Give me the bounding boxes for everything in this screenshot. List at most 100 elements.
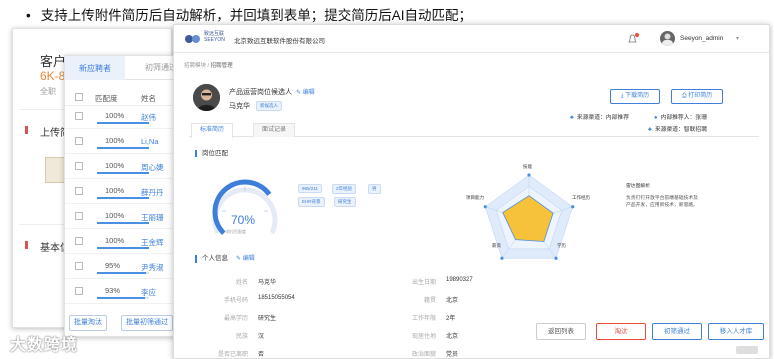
analysis-title: 雷达图解析	[626, 184, 650, 189]
match-header: 匹配度	[95, 94, 118, 103]
info-value: 北京	[446, 298, 459, 304]
batch-eliminate-button[interactable]: 批量淘汰	[69, 315, 107, 331]
table-row[interactable]: 100% 薛丹丹	[65, 182, 181, 204]
row-checkbox[interactable]	[75, 162, 83, 170]
match-percent-cell: 100%	[105, 111, 125, 120]
row-checkbox[interactable]	[75, 262, 83, 270]
row-checkbox[interactable]	[75, 287, 83, 295]
match-progress-fill	[97, 272, 147, 274]
list-tabs: 新应聘者 初筛通过	[65, 56, 181, 80]
match-section-title: 岗位匹配	[195, 150, 228, 157]
applicant-name-link[interactable]: 王金辉	[141, 237, 164, 248]
watermark-text: 大数跨境	[10, 337, 79, 354]
info-value: 北京	[446, 334, 459, 340]
analysis-text: 负责钉钉开放平台前端基础技术及产品开发，应用新技术，新思路。	[626, 196, 698, 208]
download-label: 下载简历	[625, 93, 650, 99]
select-all-checkbox[interactable]	[75, 93, 83, 101]
edit-label: 编辑	[302, 90, 315, 96]
info-label: 籍贯	[423, 298, 436, 304]
skill-tag: 985/211	[298, 184, 322, 193]
candidate-photo	[193, 84, 220, 111]
username[interactable]: Seeyon_admin	[680, 35, 723, 42]
status-badge: 新候选人	[256, 101, 282, 111]
match-progress-bar	[97, 147, 149, 149]
users-icon: ♣	[570, 115, 574, 121]
panel-title: 客户	[40, 54, 67, 69]
info-label: 手机号码	[223, 298, 248, 304]
download-resume-button[interactable]: ⤓ 下载简历	[610, 89, 660, 104]
logo-text: 致远互联 SEEYON	[204, 31, 225, 43]
table-row[interactable]: 95% 尹秀淑	[65, 257, 181, 279]
table-row[interactable]: 100% Li,Na	[65, 132, 181, 154]
applicant-name-link[interactable]: 赵伟	[141, 112, 156, 123]
row-checkbox[interactable]	[75, 137, 83, 145]
print-resume-button[interactable]: ⎙ 打印简历	[671, 89, 723, 104]
info-label: 民族	[235, 334, 248, 340]
edit-post-button[interactable]: ✎ 编辑	[296, 90, 315, 96]
table-row[interactable]: 100% 王丽珊	[65, 207, 181, 229]
source-channel: ♣ 来源渠道：内部推荐	[570, 112, 629, 121]
radar-label: 薪资	[492, 243, 501, 248]
tab-interview-records[interactable]: 面试记录	[253, 123, 296, 137]
info-value: 18515055054	[258, 295, 295, 301]
applicant-name-link[interactable]: Li,Na	[141, 137, 159, 146]
breadcrumb-current: 招聘管理	[210, 63, 233, 69]
back-to-list-button[interactable]: 返回列表	[536, 323, 586, 340]
table-row[interactable]: 100% 王金辉	[65, 232, 181, 254]
applicant-name-link[interactable]: 王丽珊	[141, 212, 164, 223]
match-percent-cell: 100%	[105, 136, 125, 145]
info-section-label: 个人信息	[202, 255, 228, 262]
applicant-name-link[interactable]: 周心婕	[141, 162, 164, 173]
eliminate-button[interactable]: 淘汰	[596, 323, 646, 340]
info-value: 党员	[446, 352, 459, 358]
skill-tag: 男	[368, 184, 381, 194]
applicant-name-link[interactable]: 李应	[141, 287, 156, 298]
breadcrumb-module[interactable]: 招聘模块	[184, 63, 206, 69]
post-title: 产品运营岗位候选人	[229, 89, 292, 96]
info-label: 政治面貌	[411, 352, 436, 358]
row-checkbox[interactable]	[75, 187, 83, 195]
row-checkbox[interactable]	[75, 212, 83, 220]
screen-pass-button[interactable]: 初筛通过	[652, 323, 702, 340]
info-value: 19890327	[446, 277, 473, 283]
print-label: 打印简历	[688, 93, 713, 99]
watermark-badge	[736, 346, 758, 354]
batch-pass-button[interactable]: 批量初筛通过	[121, 315, 173, 331]
job-type: 全职	[40, 87, 56, 96]
resume-window: 致远互联 SEEYON 北京致远互联软件股份有限公司 Seeyon_admin …	[173, 24, 770, 359]
table-row[interactable]: 100% 周心婕	[65, 157, 181, 179]
match-percent: 70%	[231, 213, 256, 227]
row-checkbox[interactable]	[75, 237, 83, 245]
edit-info-button[interactable]: ✎ 编辑	[236, 256, 255, 262]
candidate-post: 产品运营岗位候选人 ✎ 编辑	[229, 87, 315, 97]
match-progress-fill	[97, 297, 146, 299]
info-label: 是否已离职	[217, 352, 248, 358]
info-label: 姓名	[235, 280, 248, 286]
row-checkbox[interactable]	[75, 112, 83, 120]
info-value: 马克华	[258, 280, 277, 286]
name-header: 姓名	[141, 94, 156, 103]
table-row[interactable]: 93% 李应	[65, 282, 181, 304]
table-header: 匹配度 姓名	[65, 88, 181, 106]
skill-tag: 研究生	[334, 197, 356, 207]
referrer-text: 内部推荐人：张珊	[660, 115, 707, 121]
applicant-name-link[interactable]: 尹秀淑	[141, 262, 164, 273]
gauge-caption: 岗位匹配度	[226, 229, 246, 234]
required-mark	[25, 241, 28, 249]
match-percent-cell: 100%	[105, 186, 125, 195]
tab-new-applicants[interactable]: 新应聘者	[65, 56, 125, 80]
ability-radar-chart	[483, 173, 575, 260]
required-mark	[25, 126, 28, 134]
chevron-down-icon[interactable]: ▾	[736, 35, 739, 42]
applicant-name-link[interactable]: 薛丹丹	[141, 187, 164, 198]
radar-label: 工作经历	[572, 195, 590, 200]
match-percent-cell: 100%	[105, 211, 125, 220]
info-value: 研究生	[258, 316, 277, 322]
move-to-talent-pool-button[interactable]: 移入人才库	[708, 323, 764, 340]
match-percent-cell: 100%	[105, 161, 125, 170]
tab-standard-resume[interactable]: 标准简历	[191, 123, 234, 138]
radar-vertex	[483, 205, 487, 209]
company-name: 北京致远互联软件股份有限公司	[234, 38, 325, 45]
user-avatar[interactable]	[660, 31, 675, 46]
table-row[interactable]: 100% 赵伟	[65, 107, 181, 129]
